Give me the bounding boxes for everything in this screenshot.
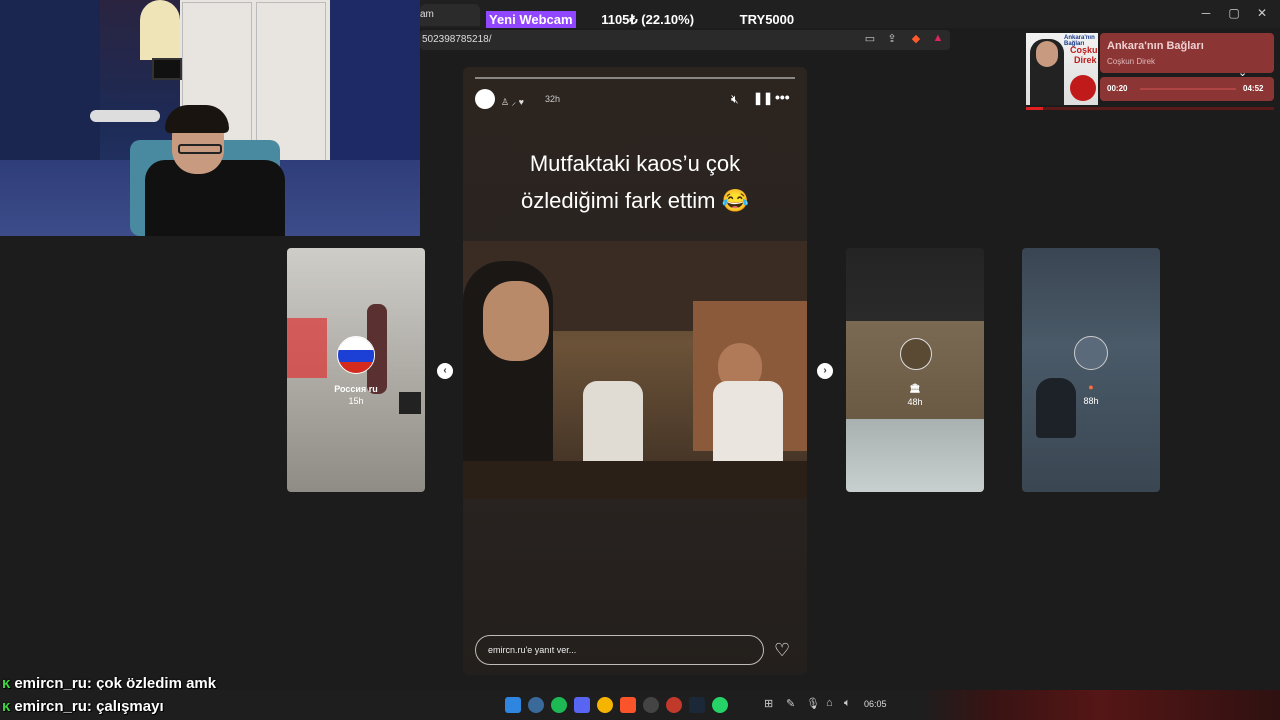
app-icon[interactable]	[666, 697, 682, 713]
story-time: 32h	[545, 94, 561, 104]
chrome-icon[interactable]	[597, 697, 613, 713]
pause-icon[interactable]: ❚❚	[753, 91, 773, 105]
obs-icon[interactable]	[643, 697, 659, 713]
side-story-time: 15h	[348, 396, 364, 406]
story-badges: ♙ ⸝ ♥	[501, 97, 524, 107]
story-viewer[interactable]: ♙ ⸝ ♥ 32h 🔇︎ ❚❚ ••• Mutfaktaki kaos’u ço…	[463, 67, 807, 675]
story-avatar[interactable]	[475, 89, 495, 109]
tab-title: am	[420, 9, 434, 20]
maximize-button[interactable]: ▢	[1224, 6, 1244, 20]
webcam-label: Yeni Webcam	[486, 11, 576, 28]
side-story-time: 88h	[1083, 396, 1099, 406]
taskbar-clock[interactable]: 06:05	[864, 699, 887, 709]
close-window-button[interactable]: ✕	[1252, 6, 1272, 20]
chat-text: çalışmayı	[96, 698, 164, 715]
story-video	[463, 241, 807, 499]
share-icon[interactable]: ⇪	[884, 32, 900, 48]
caption-line-1: Mutfaktaki kaos’u çok	[529, 151, 741, 176]
bank-icon: 🏛︎	[909, 383, 921, 393]
playback-controls: 00:20 04:52	[1100, 77, 1274, 101]
whatsapp-icon[interactable]	[712, 697, 728, 713]
song-progress-fill	[1026, 107, 1044, 110]
side-story-2[interactable]: 🏛︎ 48h	[846, 248, 984, 492]
stream-overlay-decoration	[920, 690, 1280, 720]
now-playing-info: Ankara'nın Bağları Coşkun Direk	[1100, 33, 1274, 73]
cat-avatar	[1074, 336, 1108, 370]
story-caption: Mutfaktaki kaos’u çok özlediğimi fark et…	[463, 145, 807, 219]
brave-shield-icon[interactable]: ◆	[908, 32, 924, 48]
tray-apps-icon[interactable]: ⊞	[764, 697, 773, 710]
chat-badge-icon: ĸ	[2, 698, 11, 715]
song-progress-bar	[1026, 107, 1274, 110]
side-story-title: Россия ru	[334, 384, 378, 394]
album-artist-text: Coşkun	[1070, 45, 1098, 55]
spotify-icon[interactable]	[551, 697, 567, 713]
song-title: Ankara'nın Bağları	[1107, 40, 1204, 52]
side-story-1[interactable]: Россия ru 15h	[287, 248, 425, 492]
brave-icon[interactable]	[620, 697, 636, 713]
volume-icon[interactable]: 🔈︎	[844, 697, 851, 710]
donation-stat: 1105₺ (22.10%)	[601, 12, 695, 27]
pen-icon[interactable]: ✎	[786, 697, 795, 710]
settings-icon[interactable]	[528, 697, 544, 713]
duration-time: 04:52	[1243, 84, 1264, 93]
album-art: Ankara'nın Bağları Coşkun Direk	[1026, 33, 1098, 105]
emblem-avatar	[900, 338, 932, 370]
stream-overlay: Yeni Webcam 1105₺ (22.10%) TRY5000	[486, 11, 794, 29]
side-story-time: 48h	[907, 397, 923, 407]
side-story-3[interactable]: ● 88h	[1022, 248, 1160, 492]
chat-username: emircn_ru	[14, 698, 87, 715]
webcam-feed	[0, 0, 420, 236]
microphone-icon[interactable]: 🎙︎	[806, 697, 820, 710]
url-text: 502398785218/	[422, 34, 492, 45]
story-progress-bar	[475, 77, 795, 79]
minimize-button[interactable]: ─	[1196, 6, 1216, 20]
music-widget: Ankara'nın Bağları Coşkun Direk Ankara'n…	[1026, 30, 1276, 110]
browser-tab[interactable]: am	[420, 4, 480, 26]
goal-stat: TRY5000	[739, 12, 795, 27]
chat-message: ĸ emircn_ru: çalışmayı	[2, 698, 164, 715]
steam-icon[interactable]	[689, 697, 705, 713]
more-options-icon[interactable]: •••	[775, 89, 790, 105]
elapsed-time: 00:20	[1107, 84, 1128, 93]
prev-story-button[interactable]: ‹	[437, 363, 453, 379]
reply-input[interactable]: emircn.ru'e yanıt ver...	[475, 635, 764, 665]
cast-icon[interactable]: ▭	[862, 32, 878, 48]
caption-line-2: özlediğimi fark ettim 😂	[521, 188, 749, 213]
story-emoji-icon: ●	[1088, 382, 1094, 392]
album-artist-text-2: Direk	[1074, 55, 1097, 65]
discord-icon[interactable]	[574, 697, 590, 713]
russia-flag-avatar	[337, 336, 375, 374]
network-icon[interactable]: ⌂	[826, 697, 833, 709]
song-progress-track[interactable]	[1140, 88, 1236, 90]
rewards-icon[interactable]: ▲	[930, 32, 946, 48]
song-artist: Coşkun Direk	[1107, 57, 1156, 66]
start-icon[interactable]	[505, 697, 521, 713]
next-story-button[interactable]: ›	[817, 363, 833, 379]
mute-icon[interactable]: 🔇︎	[731, 92, 739, 107]
like-heart-icon[interactable]: ♡	[774, 640, 790, 661]
